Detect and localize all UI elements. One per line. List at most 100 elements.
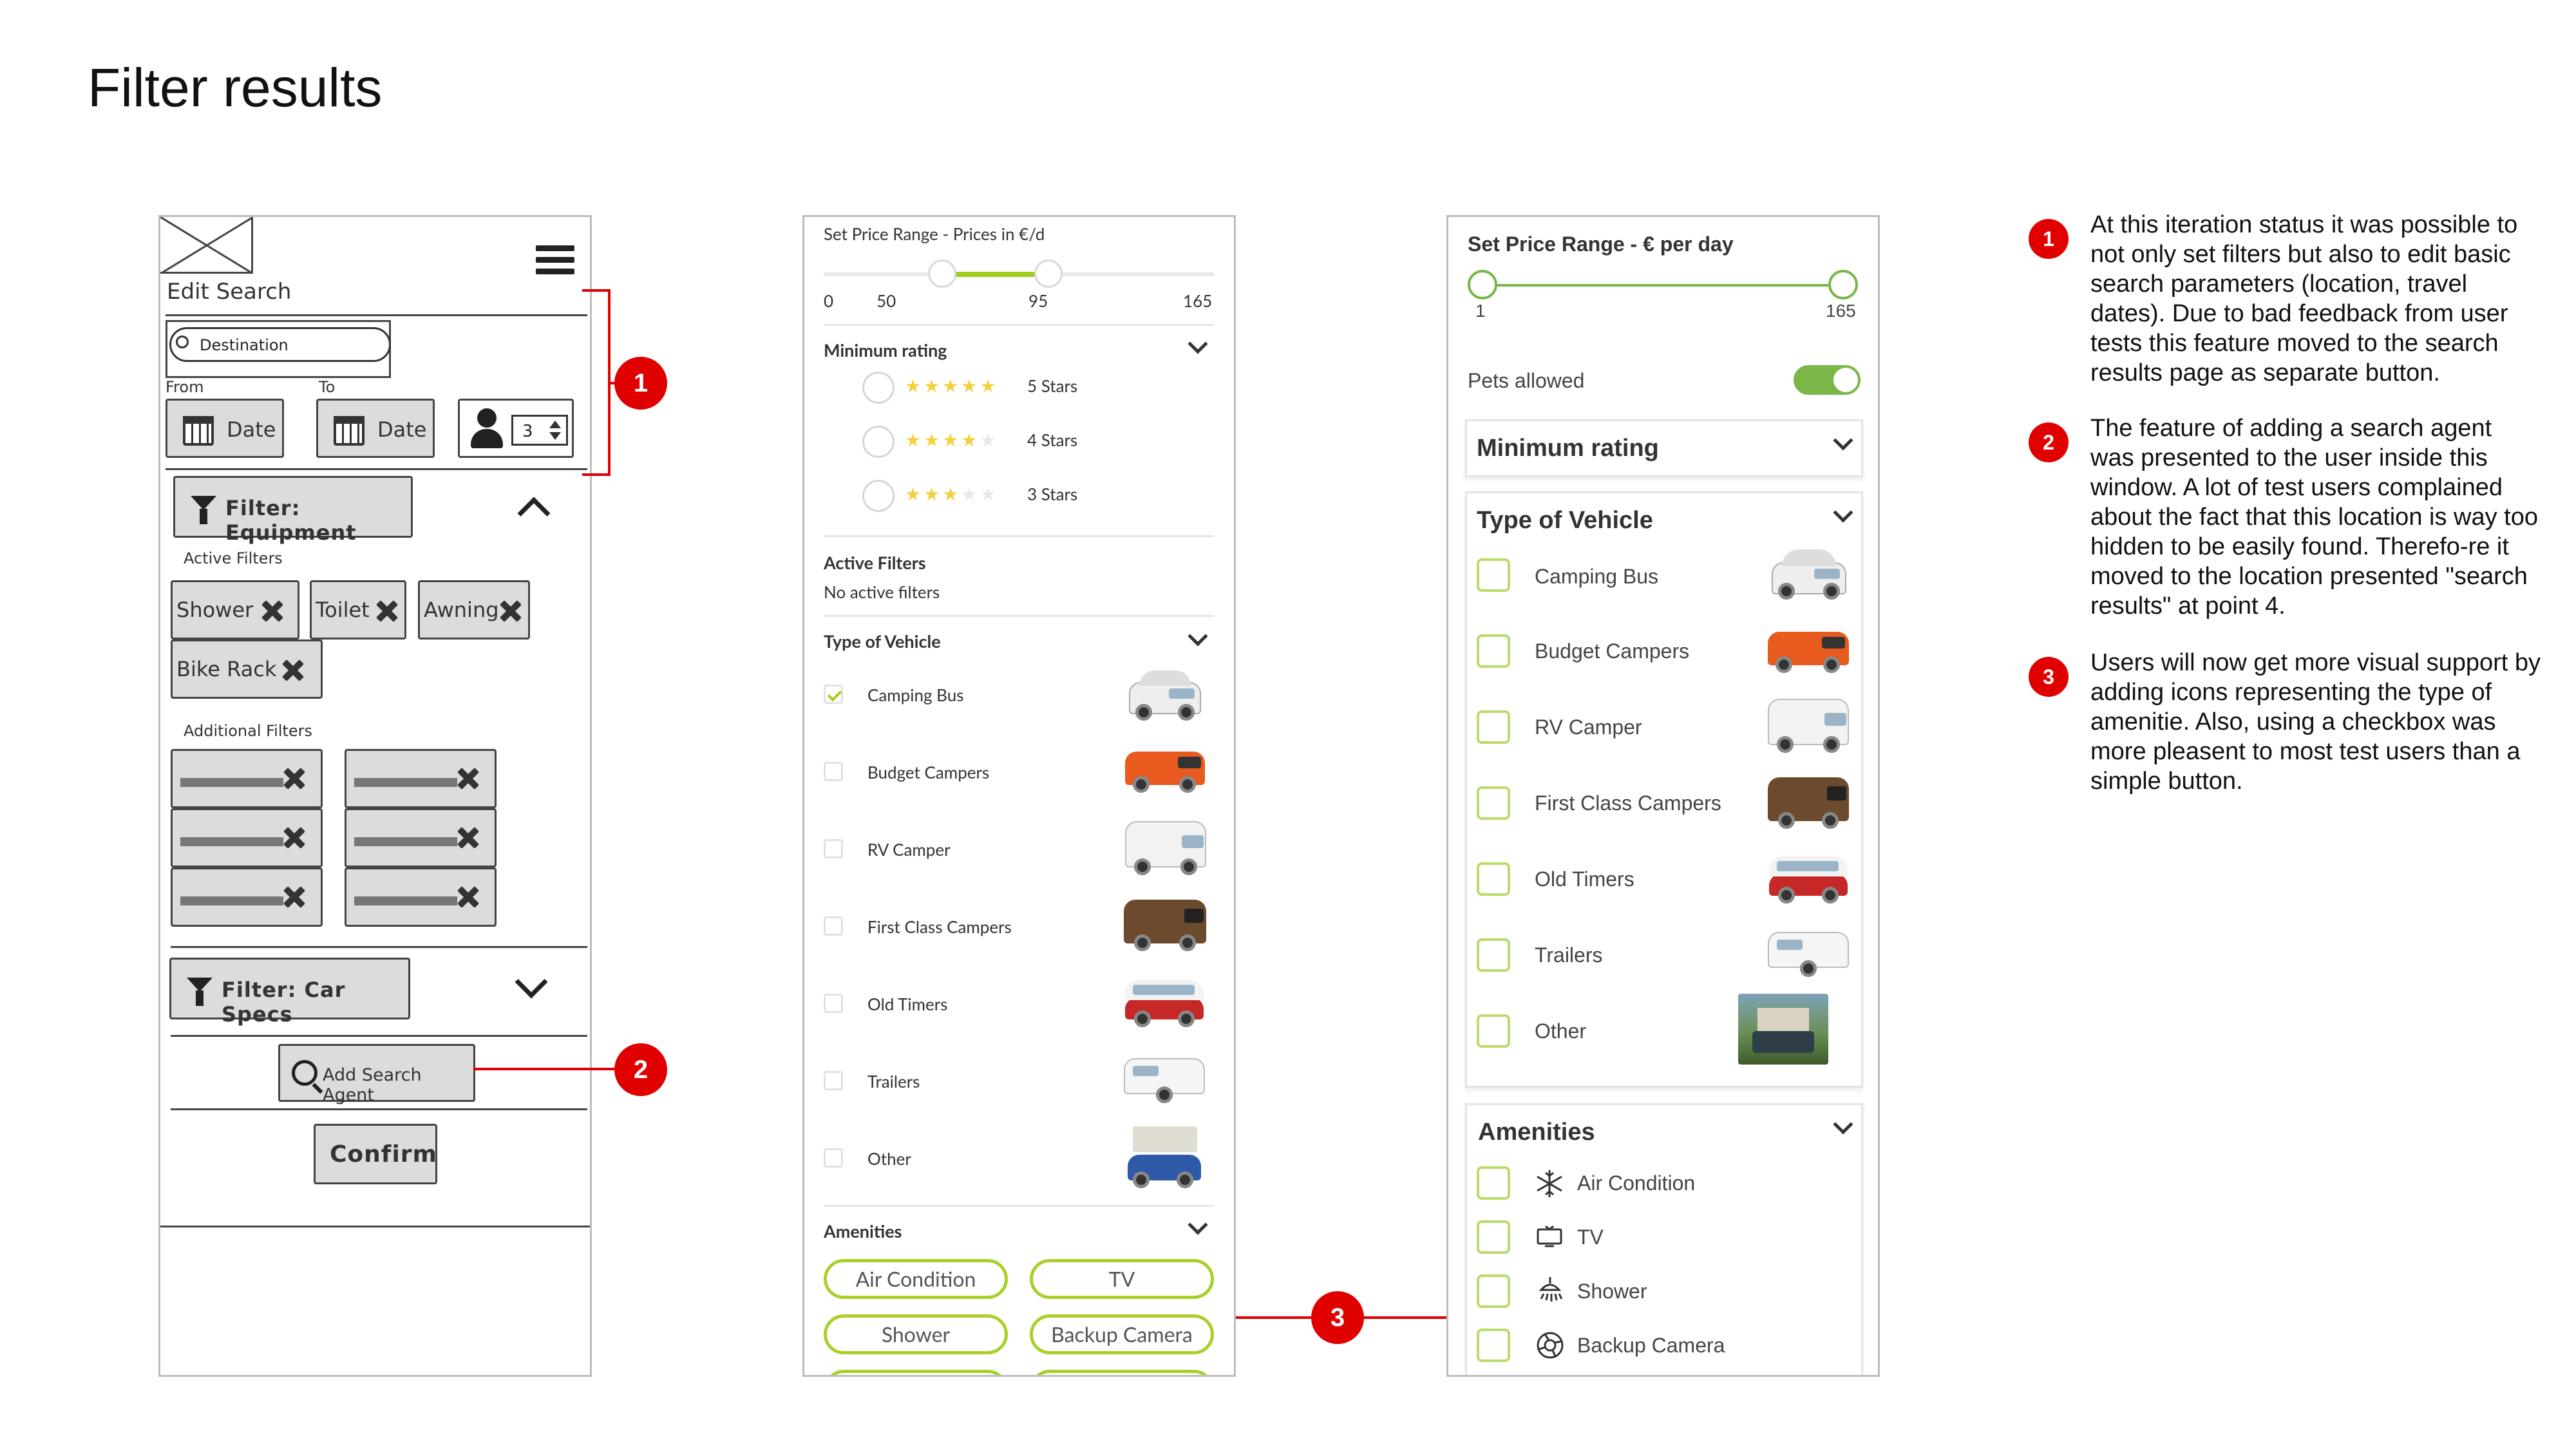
amenities-header[interactable]: Amenities xyxy=(824,1220,902,1242)
amenity-button-air-condition[interactable]: Air Condition xyxy=(824,1259,1008,1299)
amenity-checkbox[interactable] xyxy=(1477,1274,1510,1308)
chevron-up-icon[interactable] xyxy=(517,497,551,530)
additional-filter-chip[interactable] xyxy=(171,749,323,808)
trailer-image xyxy=(1122,1054,1206,1103)
vehicle-checkbox[interactable] xyxy=(824,994,843,1013)
vehicle-checkbox[interactable] xyxy=(824,762,843,781)
note-number-1: 1 xyxy=(2029,219,2069,259)
price-slider-max-handle[interactable] xyxy=(1034,260,1063,288)
remove-icon[interactable] xyxy=(457,886,479,908)
price-tick: 95 xyxy=(1028,290,1048,311)
vehicle-checkbox[interactable] xyxy=(1477,710,1510,744)
stepper-up-icon[interactable] xyxy=(549,421,561,428)
chevron-down-icon[interactable] xyxy=(1188,626,1208,647)
chevron-down-icon[interactable] xyxy=(1188,334,1208,354)
amenity-button-shower[interactable]: Shower xyxy=(824,1314,1008,1354)
menu-icon[interactable] xyxy=(536,245,574,275)
remove-icon[interactable] xyxy=(283,827,305,849)
active-filter-chip[interactable]: Shower xyxy=(171,580,299,639)
chevron-down-icon[interactable] xyxy=(1188,1215,1208,1235)
remove-icon[interactable] xyxy=(282,659,304,681)
shower-icon xyxy=(1539,1277,1563,1302)
price-slider-track[interactable] xyxy=(1484,284,1844,287)
remove-icon[interactable] xyxy=(376,600,398,622)
amenity-button-backup-camera[interactable]: Backup Camera xyxy=(1030,1314,1214,1354)
stepper-down-icon[interactable] xyxy=(549,432,561,440)
calendar-icon xyxy=(334,416,365,446)
add-search-agent-button[interactable]: Add Search Agent xyxy=(278,1044,475,1105)
chevron-down-icon[interactable] xyxy=(515,965,548,999)
price-tick: 50 xyxy=(876,290,896,311)
amenity-button[interactable] xyxy=(1030,1370,1214,1375)
vehicle-checkbox[interactable] xyxy=(824,839,843,858)
price-slider-min-handle[interactable] xyxy=(1468,270,1497,299)
budget-camper-image xyxy=(1124,745,1206,793)
first-class-camper-image xyxy=(1766,773,1850,829)
additional-filter-chip[interactable] xyxy=(345,867,497,927)
snowflake-icon xyxy=(1537,1170,1562,1197)
note-number-2: 2 xyxy=(2029,422,2069,462)
remove-icon[interactable] xyxy=(457,827,479,849)
rating-radio[interactable] xyxy=(862,480,895,512)
filter-equipment-button[interactable]: Filter: Equipment xyxy=(173,476,413,545)
vehicle-label: Trailers xyxy=(867,1071,920,1092)
destination-input[interactable]: Destination xyxy=(169,327,391,362)
edit-search-label: Edit Search xyxy=(167,279,292,305)
page-title: Filter results xyxy=(88,57,383,118)
vehicle-checkbox[interactable] xyxy=(824,685,843,704)
five-stars-icon: ★★★★★ xyxy=(905,374,999,396)
remove-icon[interactable] xyxy=(283,886,305,908)
zoom-in-icon xyxy=(292,1060,317,1086)
amenity-checkbox[interactable] xyxy=(1477,1166,1510,1200)
pets-allowed-toggle[interactable] xyxy=(1794,365,1861,395)
active-filter-chip[interactable]: Awning xyxy=(418,580,530,639)
vehicle-label: Camping Bus xyxy=(867,685,964,705)
additional-filter-chip[interactable] xyxy=(171,867,323,927)
vehicle-checkbox[interactable] xyxy=(1477,786,1510,820)
remove-icon[interactable] xyxy=(261,600,283,622)
vehicle-label: Budget Campers xyxy=(1535,639,1690,663)
rating-radio[interactable] xyxy=(862,426,895,458)
additional-filter-chip[interactable] xyxy=(345,808,497,867)
vehicle-checkbox[interactable] xyxy=(1477,1014,1510,1048)
budget-camper-image xyxy=(1766,625,1850,673)
filter-car-specs-button[interactable]: Filter: Car Specs xyxy=(169,958,410,1027)
guests-control: 3 xyxy=(458,399,574,458)
type-of-vehicle-header[interactable]: Type of Vehicle xyxy=(1477,507,1653,535)
remove-icon[interactable] xyxy=(457,768,479,790)
active-filter-chip[interactable]: Bike Rack xyxy=(171,639,323,699)
from-date-button[interactable]: Date xyxy=(166,399,284,458)
remove-icon[interactable] xyxy=(283,768,305,790)
additional-filter-chip[interactable] xyxy=(171,808,323,867)
amenities-header[interactable]: Amenities xyxy=(1478,1119,1595,1146)
camera-icon xyxy=(1537,1332,1564,1359)
additional-filter-chip[interactable] xyxy=(345,749,497,808)
amenity-button[interactable] xyxy=(824,1370,1008,1375)
price-slider-min-handle[interactable] xyxy=(927,260,956,288)
vehicle-checkbox[interactable] xyxy=(824,1148,843,1168)
vehicle-checkbox[interactable] xyxy=(824,916,843,936)
vehicle-label: First Class Campers xyxy=(867,916,1012,937)
old-timer-image xyxy=(1124,976,1205,1027)
minimum-rating-header[interactable]: Minimum rating xyxy=(824,339,947,361)
vehicle-checkbox[interactable] xyxy=(1477,558,1510,592)
remove-icon[interactable] xyxy=(500,600,522,622)
price-slider-max-handle[interactable] xyxy=(1828,270,1858,299)
trailer-image xyxy=(1766,928,1850,977)
amenity-checkbox[interactable] xyxy=(1477,1329,1510,1362)
vehicle-label: Other xyxy=(1535,1019,1587,1043)
confirm-button[interactable]: Confirm xyxy=(314,1124,437,1184)
vehicle-checkbox[interactable] xyxy=(1477,634,1510,668)
amenity-checkbox[interactable] xyxy=(1477,1220,1510,1254)
rating-label: 5 Stars xyxy=(1027,375,1078,396)
rooftop-tent-car-image xyxy=(1122,1125,1206,1188)
amenity-button-tv[interactable]: TV xyxy=(1030,1259,1214,1299)
vehicle-checkbox[interactable] xyxy=(1477,938,1510,972)
active-filter-chip[interactable]: Toilet xyxy=(310,580,406,639)
rating-radio[interactable] xyxy=(862,372,895,404)
vehicle-checkbox[interactable] xyxy=(1477,862,1510,896)
vehicle-checkbox[interactable] xyxy=(824,1071,843,1090)
type-of-vehicle-header[interactable]: Type of Vehicle xyxy=(824,630,941,652)
guests-stepper[interactable]: 3 xyxy=(511,415,568,446)
to-date-button[interactable]: Date xyxy=(316,399,435,458)
